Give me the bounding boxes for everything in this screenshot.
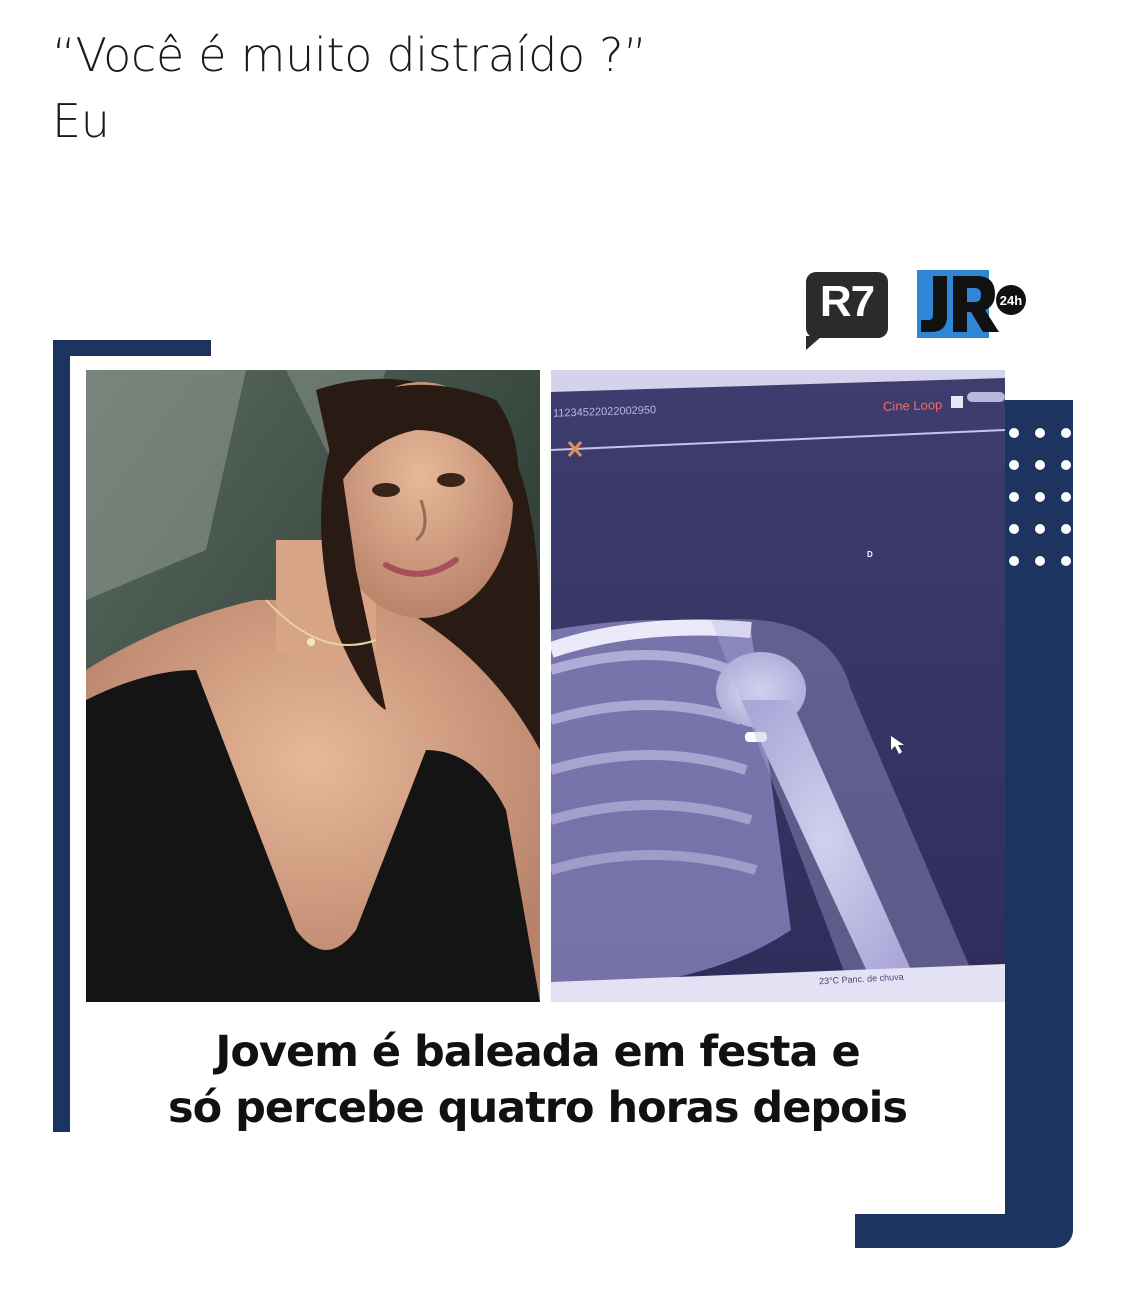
xray-cine-loop-label: Cine Loop [882,396,943,415]
dot [1061,460,1071,470]
dot [1061,556,1071,566]
selfie-illustration [86,370,540,1002]
dot [1035,556,1045,566]
tweet-line-question: “Você é muito distraído ?” [52,28,647,82]
r7-logo-tail [806,336,822,350]
dot [1009,428,1019,438]
xray-illustration [551,370,1005,1002]
headline-line-2: só percebe quatro horas depois [167,1083,908,1133]
jr-logo-badge-text: 24h [1000,293,1022,308]
tweet-line-answer: Eu [52,94,110,148]
news-headline: Jovem é baleada em festa e só percebe qu… [70,1024,1005,1136]
tweet-text: “Você é muito distraído ?” Eu [52,22,647,154]
xray-marker: D [867,550,873,559]
dot [1035,492,1045,502]
news-card: 11234522022002950 Cine Loop D 23°C Panc.… [70,356,1005,1214]
jr-24h-logo: 24h [917,270,1026,338]
dot [1009,524,1019,534]
dot [1035,428,1045,438]
r7-logo: R7 [806,272,888,350]
dot [1035,524,1045,534]
dot [1009,460,1019,470]
dot [1035,460,1045,470]
dot [1009,556,1019,566]
r7-logo-text: R7 [819,277,875,326]
decorative-dots [1005,420,1075,580]
selfie-photo [86,370,540,1002]
xray-photo: 11234522022002950 Cine Loop D 23°C Panc.… [551,370,1005,1002]
dot [1061,428,1071,438]
dot [1061,524,1071,534]
dot [1061,492,1071,502]
dot [1009,492,1019,502]
headline-line-1: Jovem é baleada em festa e [215,1027,860,1077]
